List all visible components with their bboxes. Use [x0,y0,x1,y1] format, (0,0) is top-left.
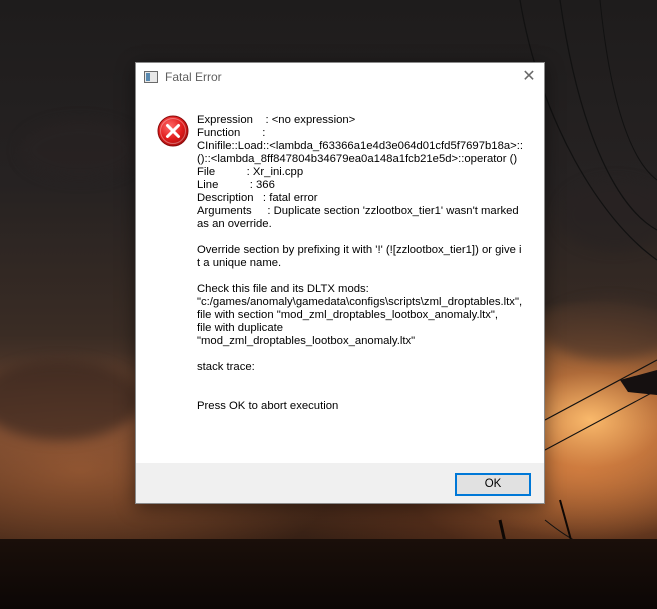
window-app-icon [144,71,158,83]
error-message-text: Expression : <no expression> Function : … [197,114,524,412]
dialog-footer: OK [136,463,544,503]
error-x-icon [157,115,189,147]
close-button[interactable]: ✕ [514,63,544,91]
title-bar[interactable]: Fatal Error ✕ [136,63,544,93]
ok-button[interactable]: OK [455,473,531,496]
fatal-error-dialog: Fatal Error ✕ Expression : <no expressio… [135,62,545,504]
dialog-content: Expression : <no expression> Function : … [136,93,544,463]
background-treeline [0,539,657,609]
window-title: Fatal Error [165,70,222,84]
